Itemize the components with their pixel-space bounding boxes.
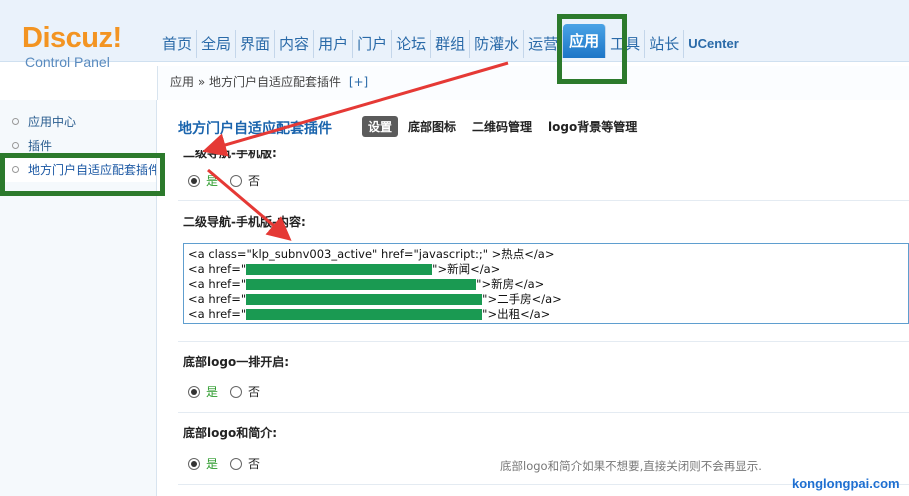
sidebar-item-label: 插件	[28, 139, 53, 153]
redacted-url	[246, 294, 483, 305]
annotation-box-plugin	[0, 153, 165, 196]
radio-no[interactable]	[230, 174, 243, 187]
plugin-tabs: 设置 底部图标 二维码管理 logo背景等管理	[362, 116, 653, 137]
label-cover	[178, 138, 378, 150]
tab-logo-background[interactable]: logo背景等管理	[548, 118, 637, 135]
divider	[178, 341, 909, 342]
top-nav: 首页 全局 界面 内容 用户 门户 论坛 群组 防灌水 运营 应用 工具 站长 …	[158, 24, 743, 58]
code-line: <a href=" ">新房</a>	[188, 277, 904, 292]
logo-main-text: Discuz!	[22, 22, 122, 54]
nav-ucenter[interactable]: UCenter	[684, 30, 743, 58]
add-shortcut-link[interactable]: [+]	[349, 75, 368, 89]
subnav-content-textarea[interactable]: <a class="klp_subnv003_active" href="jav…	[183, 243, 909, 324]
radio-yes-label[interactable]: 是	[206, 383, 218, 400]
code-line: <a href=" ">出租</a>	[188, 307, 904, 322]
section-label-subnav-mobile-content: 二级导航-手机版-内容:	[183, 215, 306, 229]
code-line-text: ">新房</a>	[476, 277, 545, 291]
radio-no-label[interactable]: 否	[248, 383, 260, 400]
radio-group-subnav-mobile: 是 否	[188, 172, 272, 189]
code-line-text: ">新闻</a>	[432, 262, 501, 276]
main-content: 地方门户自适应配套插件 设置 底部图标 二维码管理 logo背景等管理 二级导航…	[158, 100, 909, 496]
breadcrumb-path[interactable]: 应用 » 地方门户自适应配套插件	[170, 75, 341, 89]
code-line-text: ">出租</a>	[482, 307, 551, 321]
top-header: Discuz! Control Panel 首页 全局 界面 内容 用户 门户 …	[0, 0, 909, 70]
radio-yes-label[interactable]: 是	[206, 172, 218, 189]
section-label-bottom-logo-intro: 底部logo和简介:	[183, 426, 277, 440]
nav-global[interactable]: 全局	[197, 30, 237, 58]
redacted-url	[246, 264, 433, 275]
nav-webmaster[interactable]: 站长	[645, 30, 685, 58]
redacted-url	[246, 279, 477, 290]
radio-no[interactable]	[230, 385, 243, 398]
nav-content[interactable]: 内容	[275, 30, 315, 58]
logo-sub-text: Control Panel	[25, 54, 110, 70]
code-line: <a class="klp_subnv003_active" href="jav…	[188, 247, 904, 262]
annotation-box-apps	[557, 14, 627, 84]
tab-settings[interactable]: 设置	[362, 116, 399, 137]
radio-no-label[interactable]: 否	[248, 455, 260, 472]
nav-users[interactable]: 用户	[314, 30, 354, 58]
code-line-text: <a href="	[188, 262, 247, 276]
tab-bottom-icons[interactable]: 底部图标	[408, 118, 456, 135]
divider	[178, 412, 909, 413]
code-line-text: ">二手房</a>	[482, 292, 562, 306]
code-line: <a href=" ">二手房</a>	[188, 292, 904, 307]
section-label-bottom-logo-row: 底部logo一排开启:	[183, 355, 289, 369]
watermark: konglongpai.com	[792, 476, 900, 491]
bullet-icon	[12, 118, 19, 125]
sidebar-item-app-center[interactable]: 应用中心	[0, 110, 156, 134]
code-line-text: <a href="	[188, 307, 247, 321]
code-line: <a href=" ">新闻</a>	[188, 262, 904, 277]
nav-home[interactable]: 首页	[158, 30, 198, 58]
radio-no-label[interactable]: 否	[248, 172, 260, 189]
nav-groups[interactable]: 群组	[431, 30, 471, 58]
code-line-text: <a class="klp_subnv003_active" href="jav…	[188, 247, 555, 261]
radio-group-bottom-logo-row: 是 否	[188, 383, 272, 400]
code-line-text: <a href="	[188, 292, 247, 306]
nav-antispam[interactable]: 防灌水	[470, 30, 525, 58]
radio-yes-label[interactable]: 是	[206, 455, 218, 472]
divider	[178, 200, 909, 201]
bullet-icon	[12, 142, 19, 149]
radio-yes[interactable]	[188, 174, 200, 187]
redacted-url	[246, 309, 483, 320]
radio-group-bottom-logo-intro: 是 否	[188, 455, 272, 472]
nav-interface[interactable]: 界面	[236, 30, 276, 58]
sidebar-item-label: 应用中心	[28, 115, 77, 129]
plugin-title: 地方门户自适应配套插件	[178, 121, 332, 137]
nav-forum[interactable]: 论坛	[392, 30, 432, 58]
breadcrumb: 应用 » 地方门户自适应配套插件 [+]	[157, 66, 909, 100]
tab-qrcode[interactable]: 二维码管理	[472, 118, 532, 135]
discuz-logo[interactable]: Discuz! Control Panel	[22, 22, 132, 71]
radio-no[interactable]	[230, 457, 243, 470]
nav-portal[interactable]: 门户	[353, 30, 393, 58]
radio-yes[interactable]	[188, 385, 200, 398]
radio-yes[interactable]	[188, 457, 200, 470]
code-line-text: <a href="	[188, 277, 247, 291]
hint-text: 底部logo和简介如果不想要,直接关闭则不会再显示.	[500, 459, 762, 473]
